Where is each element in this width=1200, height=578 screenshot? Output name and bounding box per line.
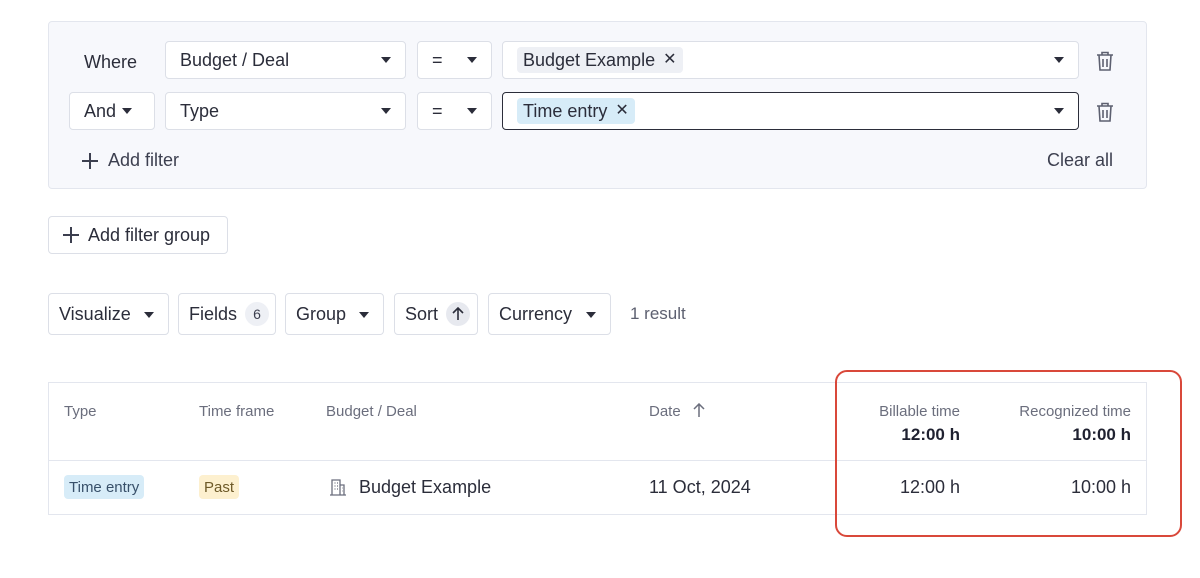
chevron-down-icon xyxy=(1054,108,1064,114)
filter-connector-and: And xyxy=(84,100,117,121)
type-tag: Time entry xyxy=(64,475,145,499)
chevron-down-icon xyxy=(381,108,391,114)
chevron-down-icon xyxy=(467,108,477,114)
trash-icon[interactable] xyxy=(1096,102,1114,122)
fields-label: Fields xyxy=(189,303,238,324)
visualize-label: Visualize xyxy=(59,303,131,324)
chevron-down-icon xyxy=(359,312,369,318)
chevron-down-icon xyxy=(586,312,596,318)
arrow-up-icon xyxy=(693,403,705,417)
fields-count-badge: 6 xyxy=(245,302,270,326)
arrow-up-icon xyxy=(446,302,471,326)
chevron-down-icon xyxy=(1054,57,1064,63)
fields-button[interactable]: Fields 6 xyxy=(178,293,276,335)
filter-operator-value: = xyxy=(432,49,443,70)
date-cell: 11 Oct, 2024 xyxy=(649,477,751,497)
chip-label: Budget Example xyxy=(523,49,656,70)
close-icon[interactable]: ✕ xyxy=(615,103,628,119)
sort-button[interactable]: Sort xyxy=(394,293,478,335)
filter-operator-select-2[interactable]: = xyxy=(417,92,492,130)
filter-value-chip: Time entry ✕ xyxy=(517,98,635,124)
add-filter-group-label: Add filter group xyxy=(88,224,211,245)
filter-connector-where: Where xyxy=(84,52,138,72)
close-icon[interactable]: ✕ xyxy=(663,52,676,68)
plus-icon xyxy=(82,152,98,169)
filter-value-select-2[interactable]: Time entry ✕ xyxy=(502,92,1079,130)
visualize-button[interactable]: Visualize xyxy=(48,293,169,335)
currency-button[interactable]: Currency xyxy=(488,293,611,335)
group-label: Group xyxy=(296,303,347,324)
column-header-time-frame[interactable]: Time frame xyxy=(199,403,274,420)
chevron-down-icon xyxy=(467,57,477,63)
chevron-down-icon xyxy=(122,108,132,114)
add-filter-group-button[interactable]: Add filter group xyxy=(48,216,228,254)
chevron-down-icon xyxy=(144,312,154,318)
clear-all-label: Clear all xyxy=(1047,150,1114,170)
column-header-budget-deal[interactable]: Budget / Deal xyxy=(326,403,417,420)
plus-icon xyxy=(63,227,79,243)
highlight-annotation xyxy=(835,370,1182,537)
chip-label: Time entry xyxy=(523,100,608,121)
column-header-type[interactable]: Type xyxy=(64,403,97,420)
result-count: 1 result xyxy=(630,304,686,323)
column-header-date[interactable]: Date xyxy=(649,403,681,420)
building-icon xyxy=(330,479,346,496)
filter-operator-select-1[interactable]: = xyxy=(417,41,492,79)
add-filter-button[interactable]: Add filter xyxy=(82,150,179,171)
chevron-down-icon xyxy=(381,57,391,63)
filter-value-chip: Budget Example ✕ xyxy=(517,47,683,73)
filter-connector-select[interactable]: And xyxy=(69,92,155,130)
filter-operator-value: = xyxy=(432,100,443,121)
filter-field-select-2[interactable]: Type xyxy=(165,92,406,130)
add-filter-label: Add filter xyxy=(108,150,180,170)
sort-label: Sort xyxy=(405,303,439,324)
trash-icon[interactable] xyxy=(1096,51,1114,71)
group-button[interactable]: Group xyxy=(285,293,384,335)
clear-all-button[interactable]: Clear all xyxy=(1047,150,1113,171)
filter-value-select-1[interactable]: Budget Example ✕ xyxy=(502,41,1079,79)
filter-field-value: Budget / Deal xyxy=(180,49,290,70)
time-frame-tag: Past xyxy=(199,475,240,499)
filter-field-value: Type xyxy=(180,100,220,121)
budget-deal-cell[interactable]: Budget Example xyxy=(359,477,491,498)
filter-field-select-1[interactable]: Budget / Deal xyxy=(165,41,406,79)
currency-label: Currency xyxy=(499,303,573,324)
